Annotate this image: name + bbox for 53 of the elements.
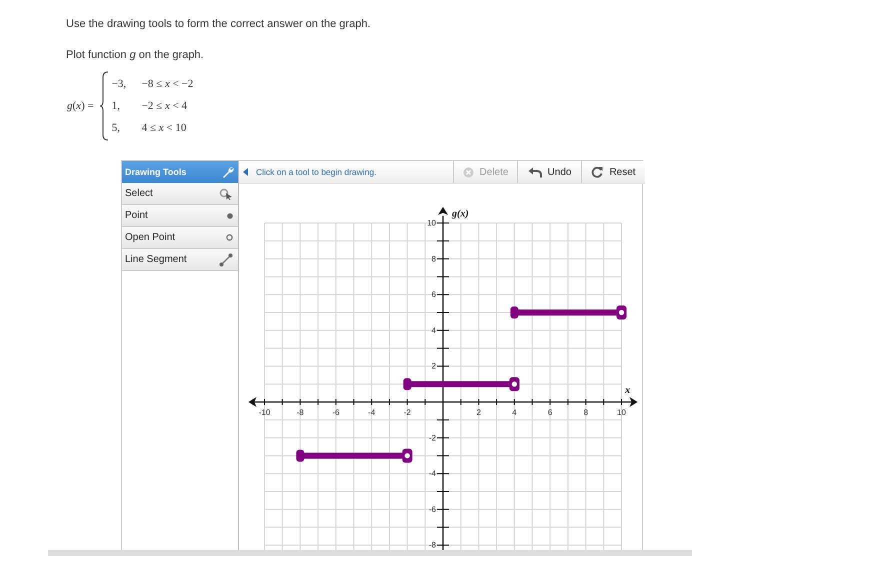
tick-label: -4 — [368, 408, 376, 417]
case-condition: −8 ≤ x < −2 — [142, 76, 194, 92]
tick-label: 4 — [512, 408, 517, 417]
instruction-text: Use the drawing tools to form the correct answer on the graph. — [66, 17, 370, 32]
open-endpoint — [509, 377, 520, 392]
closed-endpoint — [510, 306, 518, 318]
tick-label: 8 — [432, 254, 436, 264]
tick-label: -6 — [428, 504, 436, 514]
panel-title: Drawing Tools — [125, 167, 186, 177]
tick-label: 6 — [548, 408, 552, 417]
scrollbar[interactable] — [48, 550, 692, 556]
left-triangle-icon — [243, 168, 248, 176]
case-condition: 4 ≤ x < 10 — [142, 120, 188, 136]
tick-label: 10 — [617, 408, 626, 417]
tick-label: -10 — [258, 408, 270, 417]
tick-label: -2 — [428, 433, 436, 442]
tool-button[interactable]: Open Point — [122, 227, 238, 249]
tick-label: 4 — [432, 326, 436, 335]
case-value: 5, — [112, 120, 121, 136]
segment-icon — [219, 252, 233, 266]
open-endpoint — [402, 448, 412, 463]
wrench-icon — [222, 166, 234, 178]
tick-label: 8 — [584, 408, 588, 417]
dot-icon — [227, 212, 233, 218]
refresh-icon — [591, 166, 604, 178]
tool-button[interactable]: Select — [122, 183, 238, 205]
tick-label: 2 — [432, 362, 436, 371]
cursor-icon — [219, 188, 233, 200]
case-condition: −2 ≤ x < 4 — [142, 98, 188, 114]
tool-button[interactable]: Point — [122, 205, 238, 227]
tick-label: -8 — [428, 540, 436, 550]
tick-label: 10 — [427, 218, 436, 228]
tick-label: 2 — [476, 408, 481, 417]
tick-label: -2 — [404, 408, 411, 417]
undo-icon — [528, 166, 542, 178]
prompt-text: Plot function g on the graph. — [66, 48, 204, 63]
tool-button[interactable]: Line Segment — [122, 249, 238, 271]
axis-label: x — [625, 385, 630, 396]
function-name: g(x) = — [67, 100, 94, 112]
closed-endpoint — [403, 378, 412, 390]
tick-label: -6 — [332, 408, 340, 417]
open-endpoint — [616, 306, 626, 320]
closed-endpoint — [296, 450, 304, 462]
close-icon — [462, 166, 474, 178]
case-value: 1, — [112, 98, 121, 114]
tick-label: -8 — [296, 408, 304, 417]
tick-label: -4 — [428, 469, 436, 478]
brace-icon — [100, 71, 109, 141]
axis-label: g(x) — [452, 208, 469, 220]
circle-icon — [226, 234, 233, 241]
tick-label: 6 — [432, 290, 436, 300]
case-value: −3, — [112, 76, 128, 92]
hint-text: Click on a tool to begin drawing. — [256, 167, 378, 177]
